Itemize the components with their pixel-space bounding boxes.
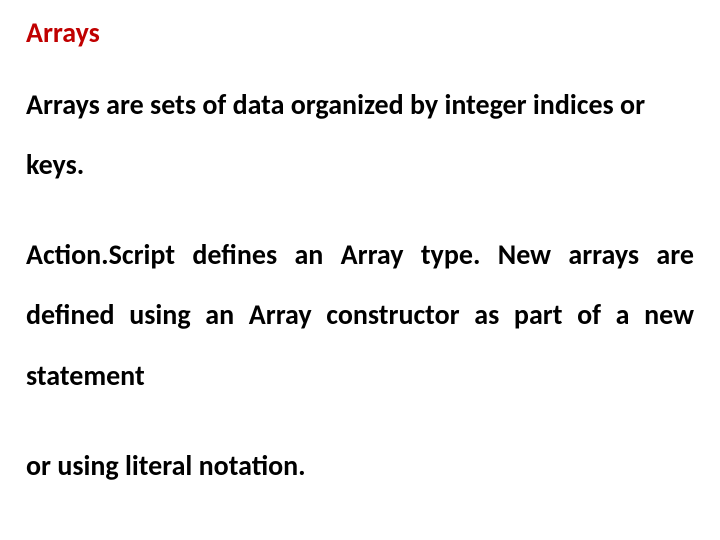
closing-paragraph: or using literal notation. xyxy=(26,436,694,496)
slide: Arrays Arrays are sets of data organized… xyxy=(0,0,720,540)
slide-title: Arrays xyxy=(26,18,694,49)
definition-paragraph: Action.Script defines an Array type. New… xyxy=(26,225,694,406)
intro-paragraph: Arrays are sets of data organized by int… xyxy=(26,75,694,195)
